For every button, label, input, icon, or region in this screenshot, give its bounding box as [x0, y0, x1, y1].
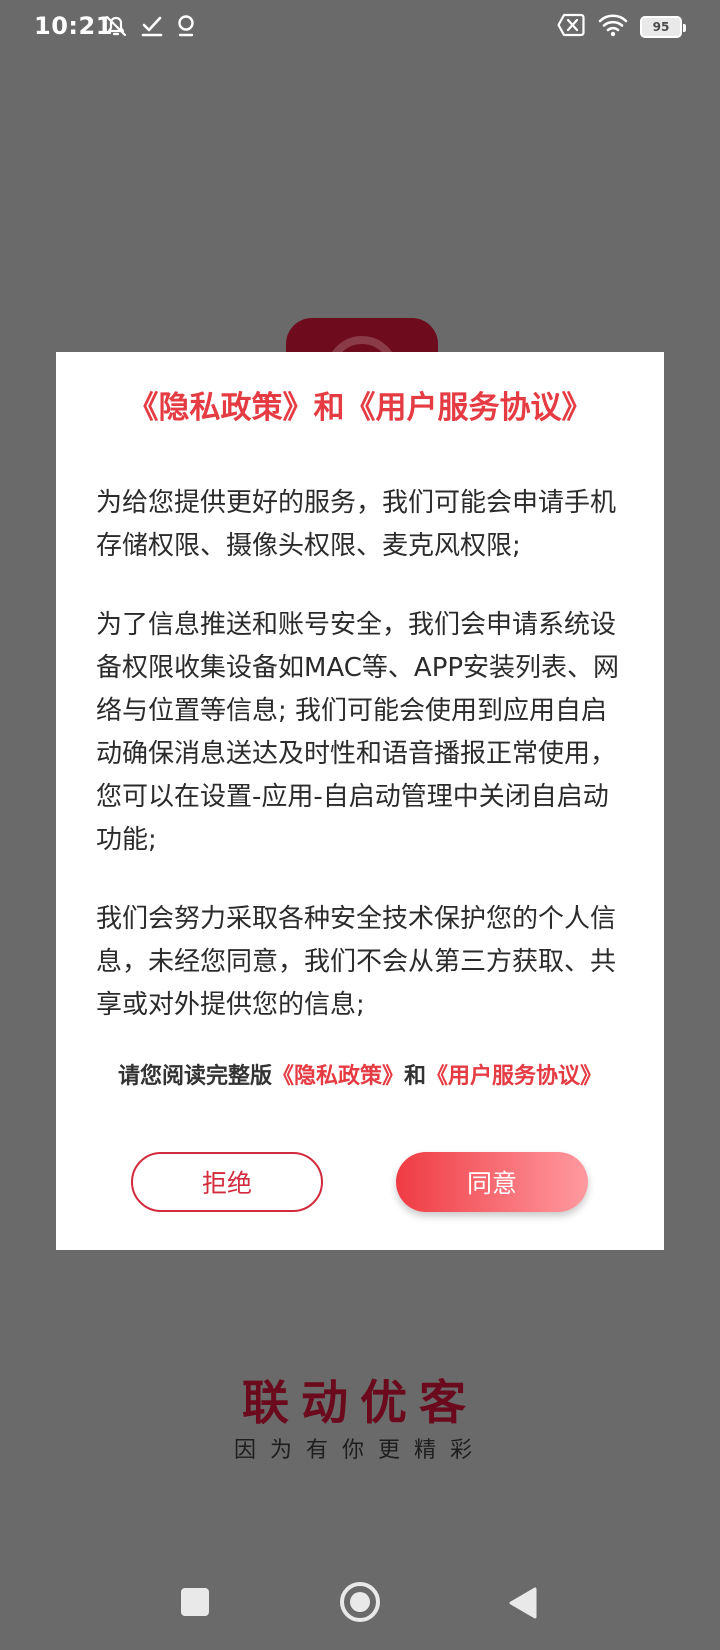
brand-name: 联动优客 [242, 1376, 478, 1431]
recent-apps-button[interactable] [181, 1588, 209, 1616]
status-bar: 10:21 95 [0, 0, 720, 56]
battery-level: 95 [652, 20, 670, 34]
check-icon [140, 12, 164, 44]
back-triangle-icon [509, 1587, 537, 1619]
push-security-paragraph: 为了信息推送和账号安全，我们会申请系统设备权限收集设备如MAC等、APP安装列表… [96, 610, 620, 855]
location-pin-icon [174, 12, 198, 44]
permission-paragraph: 为给您提供更好的服务，我们可能会申请手机存储权限、摄像头权限、麦克风权限; [96, 488, 617, 561]
privacy-dialog: 《隐私政策》和《用户服务协议》 为给您提供更好的服务，我们可能会申请手机存储权限… [56, 352, 664, 1250]
read-and: 和 [404, 1064, 427, 1089]
status-right-icons: 95 [556, 12, 686, 42]
navigation-bar [0, 1560, 720, 1650]
wifi-icon [598, 12, 628, 42]
brand-slogan: 因为有你更精彩 [233, 1438, 486, 1463]
status-left-icons [102, 12, 198, 44]
dialog-body: 为给您提供更好的服务，我们可能会申请手机存储权限、摄像头权限、麦克风权限; 为了… [96, 482, 626, 1027]
protection-paragraph: 我们会努力采取各种安全技术保护您的个人信息，未经您同意，我们不会从第三方获取、共… [96, 904, 617, 1020]
home-button[interactable] [340, 1582, 380, 1622]
read-agreement-line: 请您阅读完整版《隐私政策》和《用户服务协议》 [56, 1058, 664, 1090]
read-prefix: 请您阅读完整版 [117, 1064, 272, 1089]
agree-button[interactable]: 同意 [396, 1152, 588, 1212]
battery-icon: 95 [640, 16, 686, 38]
sim-x-icon [556, 12, 586, 42]
privacy-policy-link[interactable]: 《隐私政策》 [272, 1064, 404, 1089]
reject-button[interactable]: 拒绝 [131, 1152, 323, 1212]
service-agreement-link[interactable]: 《用户服务协议》 [426, 1064, 602, 1089]
back-button[interactable] [508, 1586, 538, 1624]
dialog-title: 《隐私政策》和《用户服务协议》 [127, 390, 593, 426]
notification-mute-icon [102, 12, 130, 44]
